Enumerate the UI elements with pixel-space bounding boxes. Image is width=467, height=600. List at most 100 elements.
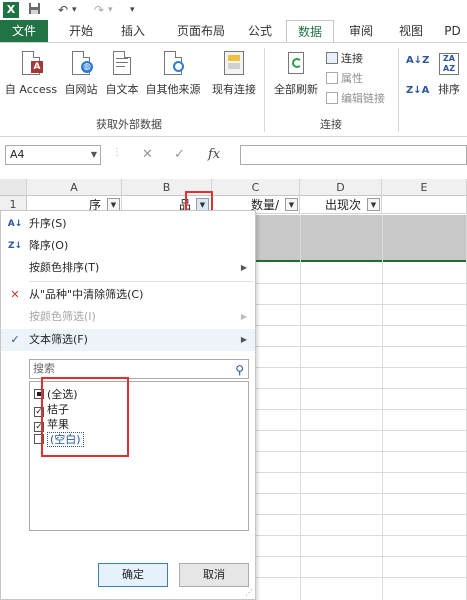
edit-links-icon	[326, 92, 338, 104]
customize-qat-icon[interactable]: ▾	[130, 2, 135, 18]
from-other-sources-button[interactable]: 自其他来源	[142, 49, 204, 97]
tab-home[interactable]: 开始	[58, 20, 104, 42]
column-header-d[interactable]: D	[300, 179, 382, 196]
selected-rows-shade	[255, 215, 467, 261]
insert-function-icon[interactable]: fx	[208, 147, 220, 162]
sort-label: 排序	[438, 83, 460, 96]
filter-search-input[interactable]: 搜索 ⚲	[29, 359, 249, 379]
filter-by-color-label: 按颜色筛选(I)	[29, 310, 96, 323]
grid-line	[255, 514, 467, 515]
from-other-sources-label: 自其他来源	[145, 83, 201, 96]
redo-icon[interactable]: ↷	[94, 2, 104, 18]
filter-dropdown-c-icon[interactable]: ▼	[285, 198, 298, 211]
edit-links-button[interactable]: 编辑链接	[326, 91, 385, 107]
web-globe-icon: ◍	[67, 49, 95, 79]
column-header-a[interactable]: A	[27, 179, 122, 196]
tab-pdf[interactable]: PD	[438, 20, 467, 42]
formula-input[interactable]	[240, 145, 467, 165]
connections-group-label: 连接	[320, 118, 342, 131]
grid-line	[255, 451, 467, 452]
tab-insert[interactable]: 插入	[110, 20, 156, 42]
existing-connections-label: 现有连接	[212, 83, 256, 96]
grid-line	[255, 577, 467, 578]
grid-line	[255, 535, 467, 536]
resize-grip-icon[interactable]: ⋰	[245, 588, 253, 597]
select-all-corner[interactable]	[0, 179, 27, 196]
grid-line	[255, 472, 467, 473]
clear-filter-icon: ✕	[10, 288, 20, 301]
ribbon-group-separator	[398, 48, 399, 132]
search-placeholder: 搜索	[33, 362, 55, 375]
undo-dropdown-icon[interactable]: ▾	[72, 2, 77, 18]
grid-line	[255, 283, 467, 284]
from-web-button[interactable]: ◍ 自网站	[60, 49, 102, 97]
sort-descending-item[interactable]: Z↓ 降序(O)	[1, 235, 255, 257]
from-text-label: 自文本	[105, 83, 139, 96]
sort-descending-label: 降序(O)	[29, 239, 69, 252]
sort-by-color-item[interactable]: 按颜色排序(T) ▶	[1, 257, 255, 279]
sort-ascending-label: 升序(S)	[29, 217, 67, 230]
refresh-all-button[interactable]: 全部刷新	[268, 49, 324, 97]
filter-by-color-item[interactable]: 按颜色筛选(I) ▶	[1, 306, 255, 328]
grid-line	[255, 409, 467, 410]
menu-separator	[29, 281, 253, 282]
properties-label: 属性	[341, 72, 363, 85]
redo-dropdown-icon[interactable]: ▾	[108, 2, 113, 18]
grid-line	[255, 346, 467, 347]
drag-handle-icon[interactable]: ⋮	[112, 147, 122, 158]
checkmark-icon: ✓	[10, 333, 20, 346]
search-icon: ⚲	[235, 363, 244, 377]
ribbon: A 自 Access ◍ 自网站 自文本 自其他来源 现有连接 获取外部数据 全…	[0, 42, 467, 137]
sort-z-to-a-icon[interactable]: Z↓A	[406, 83, 429, 99]
sort-ascending-item[interactable]: A↓ 升序(S)	[1, 213, 255, 235]
from-web-label: 自网站	[64, 83, 98, 96]
selection-border	[255, 260, 467, 262]
cancel-button[interactable]: 取消	[179, 563, 249, 587]
save-icon[interactable]	[28, 2, 41, 18]
tab-file[interactable]: 文件	[0, 20, 48, 42]
confirm-entry-icon[interactable]: ✓	[174, 147, 185, 162]
cell-e1[interactable]	[382, 196, 467, 214]
tab-data[interactable]: 数据	[286, 20, 334, 43]
clear-filter-item[interactable]: ✕ 从"品种"中清除筛选(C)	[1, 284, 255, 306]
grid-line	[255, 367, 467, 368]
properties-button[interactable]: 属性	[326, 71, 363, 87]
tab-page-layout[interactable]: 页面布局	[166, 20, 236, 42]
excel-logo-icon: X	[3, 2, 19, 18]
highlight-box	[41, 377, 129, 457]
existing-connections-button[interactable]: 现有连接	[208, 49, 260, 97]
grid-line	[255, 325, 467, 326]
ribbon-tabs: 文件 开始 插入 页面布局 公式 数据 审阅 视图 PD	[0, 20, 467, 43]
column-header-e[interactable]: E	[382, 179, 467, 196]
from-text-button[interactable]: 自文本	[102, 49, 142, 97]
undo-icon[interactable]: ↶	[58, 2, 68, 18]
tab-view[interactable]: 视图	[390, 20, 432, 42]
grid-line	[255, 304, 467, 305]
connections-button[interactable]: 连接	[326, 51, 363, 67]
edit-links-label: 编辑链接	[341, 92, 385, 105]
column-header-c[interactable]: C	[212, 179, 300, 196]
sort-descending-icon: Z↓	[7, 241, 23, 251]
chevron-right-icon: ▶	[240, 263, 247, 272]
formula-bar: A4 ▼ ⋮ ✕ ✓ fx	[0, 137, 467, 173]
grid-line	[255, 556, 467, 557]
grid-line	[255, 388, 467, 389]
filter-dropdown-d-icon[interactable]: ▼	[367, 198, 380, 211]
from-access-label: 自 Access	[4, 83, 58, 96]
ok-button[interactable]: 确定	[98, 563, 168, 587]
clear-filter-label: 从"品种"中清除筛选(C)	[29, 288, 144, 301]
text-filters-item[interactable]: ✓ 文本筛选(F) ▶	[1, 329, 255, 351]
sort-dialog-icon: ZA AZ	[435, 49, 463, 79]
access-database-icon: A	[17, 49, 45, 79]
grid-line	[382, 215, 383, 600]
tab-review[interactable]: 审阅	[340, 20, 382, 42]
sort-button[interactable]: ZA AZ 排序	[432, 49, 466, 97]
text-filters-label: 文本筛选(F)	[29, 333, 88, 346]
tab-formulas[interactable]: 公式	[240, 20, 280, 42]
name-box[interactable]: A4 ▼	[5, 145, 101, 165]
chevron-down-icon[interactable]: ▼	[91, 146, 97, 164]
from-access-button[interactable]: A 自 Access	[2, 49, 60, 97]
cancel-entry-icon[interactable]: ✕	[142, 147, 153, 162]
connections-icon	[326, 52, 338, 64]
sort-a-to-z-icon[interactable]: A↓Z	[406, 53, 429, 69]
